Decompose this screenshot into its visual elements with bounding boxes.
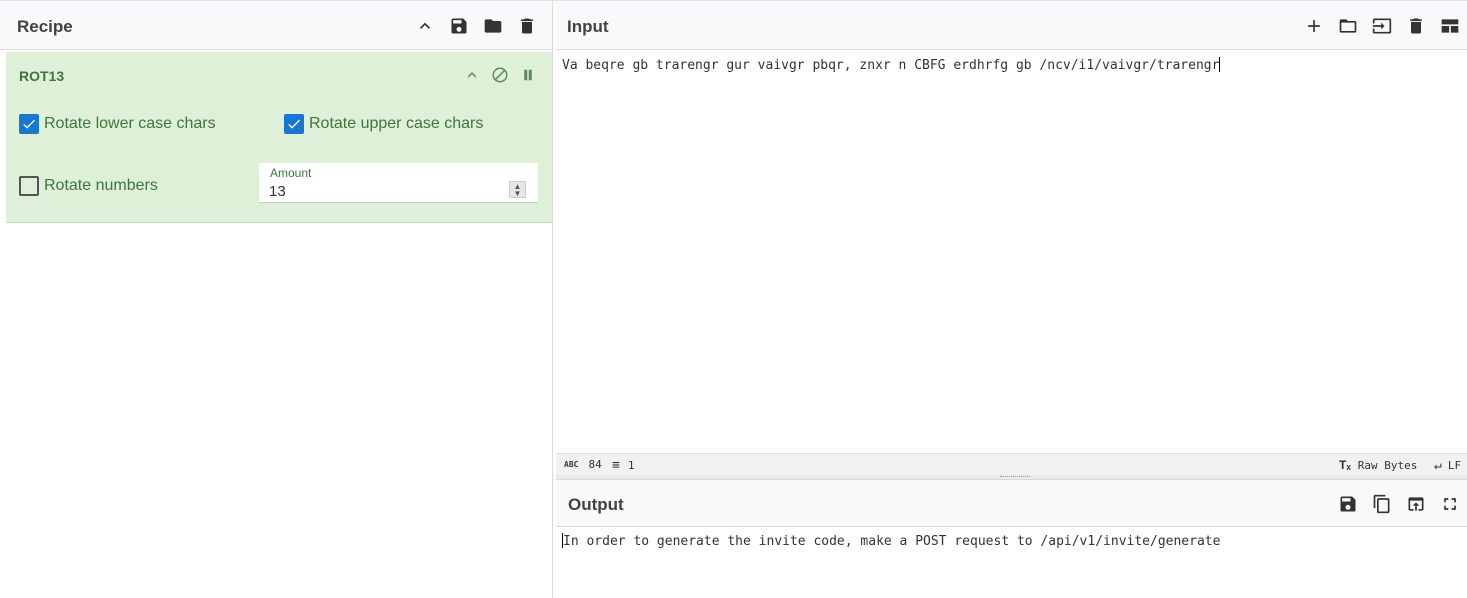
reset-layout-button[interactable]: [1433, 13, 1467, 39]
output-text[interactable]: In order to generate the invite code, ma…: [556, 528, 1467, 598]
length-value: 84: [588, 458, 602, 471]
folder-icon: [484, 19, 502, 33]
input-pane: Input Va beqre gb trarengr gur vaivgr pb…: [556, 1, 1467, 475]
eol-value: LF: [1447, 459, 1462, 472]
collapse-op-button[interactable]: [462, 65, 482, 85]
recipe-title: Recipe: [17, 17, 73, 36]
text-format-icon: Tₓ: [1339, 458, 1351, 472]
rotate-upper-checkbox[interactable]: Rotate upper case chars: [284, 114, 483, 134]
input-icon: [1372, 18, 1392, 34]
fullscreen-icon: [1444, 498, 1456, 510]
output-pane: Output In order to generate the invite c…: [556, 480, 1467, 598]
open-file-button[interactable]: [1365, 13, 1399, 39]
rotate-lower-checkbox[interactable]: Rotate lower case chars: [19, 114, 216, 134]
checkbox-checked[interactable]: [19, 114, 39, 134]
open-in-browser-icon: [1408, 497, 1424, 511]
rotate-numbers-checkbox[interactable]: Rotate numbers: [19, 176, 158, 196]
breakpoint-button[interactable]: [518, 65, 538, 85]
rotate-upper-label: Rotate upper case chars: [309, 115, 484, 132]
copy-icon: [1373, 494, 1390, 514]
disable-op-button[interactable]: [490, 65, 510, 85]
lines-value: 1: [627, 459, 635, 472]
output-header: Output: [556, 480, 1467, 527]
spin-down-icon[interactable]: ▼: [514, 189, 522, 197]
load-recipe-button[interactable]: [476, 13, 510, 39]
rot13-operation[interactable]: ROT13 Rotate lower case chars Rotate upp…: [6, 52, 552, 223]
input-title: Input: [567, 17, 609, 36]
abc-icon: ABC: [564, 460, 579, 469]
text-caret: [1219, 57, 1221, 72]
amount-input[interactable]: [269, 181, 499, 201]
chevron-up-icon: [420, 22, 430, 29]
rotate-lower-label: Rotate lower case chars: [44, 115, 216, 132]
open-folder-button[interactable]: [1331, 13, 1365, 39]
output-title: Output: [568, 495, 624, 514]
replace-input-button[interactable]: [1399, 491, 1433, 517]
input-status-bar: ABC 84 ≡ 1 Tₓ Raw Bytes ↵ LF: [556, 453, 1467, 475]
save-recipe-button[interactable]: [442, 13, 476, 39]
lines-stat: ≡ 1: [612, 458, 634, 473]
save-icon: [451, 18, 467, 34]
chevron-up-icon: [467, 72, 477, 78]
input-text-content: Va beqre gb trarengr gur vaivgr pbqr, zn…: [562, 58, 1220, 73]
output-text-content: In order to generate the invite code, ma…: [563, 534, 1221, 549]
recipe-pane: Recipe ROT13 Rotate lower case chars Rot…: [0, 1, 553, 598]
maximise-output-button[interactable]: [1433, 491, 1467, 517]
checkbox-unchecked[interactable]: [19, 176, 39, 196]
layout-icon: [1441, 19, 1459, 33]
encoding-selector[interactable]: Tₓ Raw Bytes: [1339, 458, 1417, 472]
lines-icon: ≡: [612, 458, 620, 473]
plus-icon: [1308, 20, 1320, 32]
block-icon: [492, 67, 508, 83]
clear-recipe-button[interactable]: [510, 13, 544, 39]
rotate-numbers-label: Rotate numbers: [44, 177, 158, 194]
encoding-value: Raw Bytes: [1357, 458, 1418, 472]
add-tab-button[interactable]: [1297, 13, 1331, 39]
recipe-header: Recipe: [0, 1, 552, 50]
copy-output-button[interactable]: [1365, 491, 1399, 517]
amount-field[interactable]: Amount ▲ ▼: [259, 163, 538, 203]
amount-spinner[interactable]: ▲ ▼: [509, 181, 526, 198]
grip-dots: [1000, 476, 1030, 478]
return-icon: ↵: [1434, 458, 1442, 473]
length-stat: ABC 84: [564, 458, 602, 471]
check-icon: [288, 119, 300, 129]
pause-icon: [524, 69, 532, 81]
trash-icon: [1410, 18, 1422, 34]
input-text[interactable]: Va beqre gb trarengr gur vaivgr pbqr, zn…: [556, 51, 1467, 452]
save-icon: [1340, 496, 1356, 512]
hide-args-button[interactable]: [408, 13, 442, 39]
operation-name: ROT13: [19, 68, 65, 84]
amount-label: Amount: [270, 166, 312, 180]
checkbox-checked[interactable]: [284, 114, 304, 134]
input-header: Input: [556, 1, 1467, 50]
save-output-button[interactable]: [1331, 491, 1365, 517]
trash-icon: [521, 18, 533, 34]
clear-input-button[interactable]: [1399, 13, 1433, 39]
folder-outline-icon: [1339, 19, 1357, 33]
check-icon: [23, 119, 35, 129]
cyberchef-app: Recipe ROT13 Rotate lower case chars Rot…: [0, 0, 1467, 598]
eol-selector[interactable]: ↵ LF: [1434, 458, 1461, 473]
